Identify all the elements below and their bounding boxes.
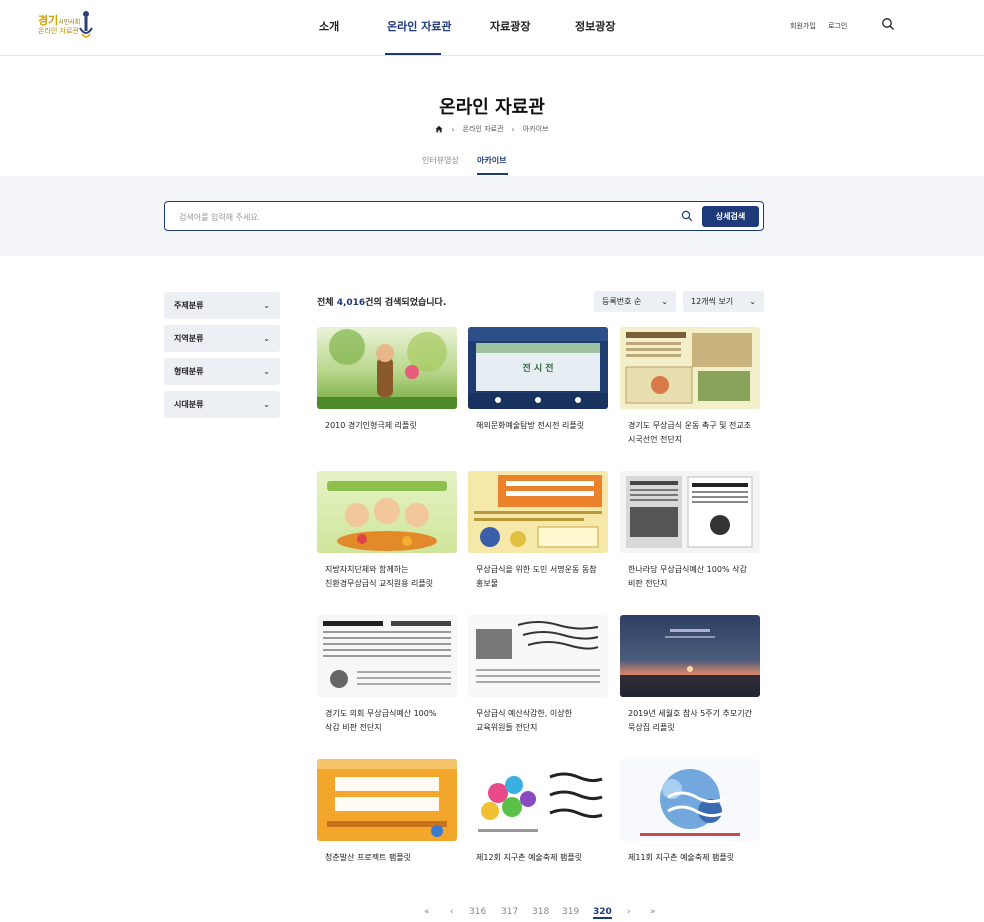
card-title: 해외문화예술탐방 전시전 리플릿	[476, 421, 585, 430]
pagination-page[interactable]: 318	[532, 907, 549, 917]
card-thumbnail	[317, 759, 457, 841]
archive-card[interactable]: 경기도 의회 무상급식예산 100% 삭감 비판 전단지	[317, 615, 457, 735]
page-title: 온라인 자료관	[439, 97, 545, 118]
filter-label: 주제분류	[174, 301, 204, 310]
result-count: 전체 4,016건의 검색되었습니다.	[317, 295, 446, 308]
filter-label: 지역분류	[174, 334, 204, 343]
pagination-prev[interactable]: ‹	[450, 907, 454, 917]
chevron-down-icon: ⌄	[263, 367, 270, 376]
archive-card[interactable]: 한나라당 무상급식예산 100% 삭감 비판 전단지	[620, 471, 760, 591]
nav-item-data-plaza[interactable]: 자료광장	[490, 18, 530, 34]
filter-label: 형태분류	[174, 367, 204, 376]
tab-archive[interactable]: 아카이브	[477, 155, 506, 166]
home-icon[interactable]	[435, 125, 443, 133]
chevron-down-icon: ⌄	[263, 301, 270, 310]
breadcrumb-item[interactable]: 아카이브	[523, 124, 549, 134]
card-title: 무상급식 예산삭감한, 이상한 교육위원들 전단지	[476, 709, 572, 732]
result-count-suffix: 건의 검색되었습니다.	[365, 298, 447, 308]
pagination-page[interactable]: 319	[562, 907, 579, 917]
card-thumbnail	[317, 327, 457, 409]
search-input[interactable]	[179, 209, 659, 225]
svg-text:전 시 전: 전 시 전	[522, 362, 553, 374]
login-link[interactable]: 로그인	[828, 21, 847, 31]
archive-card[interactable]: 2010 경기인형극제 리플릿	[317, 327, 457, 433]
card-thumbnail	[620, 615, 760, 697]
site-logo[interactable]: 경기시민사회 온라인 자료관	[36, 10, 96, 44]
chevron-down-icon: ⌄	[749, 297, 756, 306]
archive-card[interactable]: 무상급식 예산삭감한, 이상한 교육위원들 전단지	[468, 615, 608, 735]
card-thumbnail	[468, 471, 608, 553]
pagination-last[interactable]: »	[650, 907, 656, 917]
breadcrumb-item[interactable]: 온라인 자료관	[463, 124, 504, 134]
site-header: 경기시민사회 온라인 자료관 소개 온라인 자료관 자료광장 정보광장 회원가입…	[0, 0, 984, 56]
archive-card[interactable]: 무상급식을 위한 도민 서명운동 동참 홍보물	[468, 471, 608, 591]
tab-active-indicator	[477, 173, 508, 175]
pagination-first[interactable]: «	[424, 907, 430, 917]
chevron-down-icon: ⌄	[263, 334, 270, 343]
card-title: 2010 경기인형극제 리플릿	[325, 421, 417, 430]
search-submit-icon[interactable]	[681, 210, 693, 222]
card-thumbnail	[317, 471, 457, 553]
pagination-page-current[interactable]: 320	[593, 907, 612, 919]
pagination-page[interactable]: 316	[469, 907, 486, 917]
filter-label: 시대분류	[174, 400, 204, 409]
archive-card[interactable]: 경기도 무상급식 운동 촉구 및 전교조 시국선언 전단지	[620, 327, 760, 447]
archive-card[interactable]: 전 시 전 해외문화예술탐방 전시전 리플릿	[468, 327, 608, 433]
nav-item-online-archive[interactable]: 온라인 자료관	[387, 18, 452, 34]
tab-interview-video[interactable]: 인터뷰영상	[422, 155, 459, 166]
card-thumbnail	[468, 759, 608, 841]
search-box: 상세검색	[164, 201, 764, 231]
result-count-prefix: 전체	[317, 298, 337, 308]
card-title: 무상급식을 위한 도민 서명운동 동참 홍보물	[476, 565, 597, 588]
card-thumbnail: 전 시 전	[468, 327, 608, 409]
signup-link[interactable]: 회원가입	[790, 21, 816, 31]
advanced-search-button[interactable]: 상세검색	[702, 206, 759, 227]
search-section: 상세검색	[0, 176, 984, 256]
card-title: 제12회 지구촌 예술축제 팸플릿	[476, 853, 583, 862]
chevron-down-icon: ⌄	[661, 297, 668, 306]
pagination-next[interactable]: ›	[627, 907, 631, 917]
logo-sub-text: 온라인 자료관	[38, 27, 79, 35]
per-page-select-value: 12개씩 보기	[691, 297, 734, 306]
breadcrumb-separator: ›	[511, 124, 515, 134]
card-title: 한나라당 무상급식예산 100% 삭감 비판 전단지	[628, 565, 747, 588]
archive-card[interactable]: 제11회 지구촌 예술축제 팸플릿	[620, 759, 760, 865]
card-title: 청춘발산 프로젝트 팸플릿	[325, 853, 412, 862]
archive-card[interactable]: 제12회 지구촌 예술축제 팸플릿	[468, 759, 608, 865]
card-thumbnail	[317, 615, 457, 697]
card-title: 제11회 지구촌 예술축제 팸플릿	[628, 853, 735, 862]
card-thumbnail	[620, 327, 760, 409]
archive-card[interactable]: 청춘발산 프로젝트 팸플릿	[317, 759, 457, 865]
card-thumbnail	[468, 615, 608, 697]
nav-item-info-plaza[interactable]: 정보광장	[575, 18, 615, 34]
card-title: 경기도 의회 무상급식예산 100% 삭감 비판 전단지	[325, 709, 437, 732]
result-count-number: 4,016	[336, 298, 366, 308]
nav-active-indicator	[385, 53, 441, 55]
card-thumbnail	[620, 471, 760, 553]
sort-select[interactable]: 등록번호 순 ⌄	[594, 291, 676, 312]
pagination-page[interactable]: 317	[501, 907, 518, 917]
card-title: 2019년 세월호 참사 5주기 추모기간 묵상집 리플릿	[628, 709, 752, 732]
archive-card[interactable]: 지방자치단체와 함께하는 친환경무상급식 교직원용 리플릿	[317, 471, 457, 591]
card-title: 경기도 무상급식 운동 촉구 및 전교조 시국선언 전단지	[628, 421, 752, 444]
card-thumbnail	[620, 759, 760, 841]
logo-figure-icon	[79, 11, 93, 38]
nav-item-intro[interactable]: 소개	[319, 18, 339, 34]
per-page-select[interactable]: 12개씩 보기 ⌄	[683, 291, 764, 312]
filter-era[interactable]: 시대분류 ⌄	[164, 391, 280, 418]
sort-select-value: 등록번호 순	[602, 297, 642, 306]
search-icon[interactable]	[881, 17, 895, 31]
filter-subject[interactable]: 주제분류 ⌄	[164, 292, 280, 319]
filter-type[interactable]: 형태분류 ⌄	[164, 358, 280, 385]
breadcrumb: › 온라인 자료관 › 아카이브	[0, 124, 984, 134]
archive-card[interactable]: 2019년 세월호 참사 5주기 추모기간 묵상집 리플릿	[620, 615, 760, 735]
card-title: 지방자치단체와 함께하는 친환경무상급식 교직원용 리플릿	[325, 565, 434, 588]
filter-region[interactable]: 지역분류 ⌄	[164, 325, 280, 352]
pagination: « ‹ 316 317 318 319 320 › »	[0, 907, 984, 921]
chevron-down-icon: ⌄	[263, 400, 270, 409]
breadcrumb-separator: ›	[451, 124, 455, 134]
